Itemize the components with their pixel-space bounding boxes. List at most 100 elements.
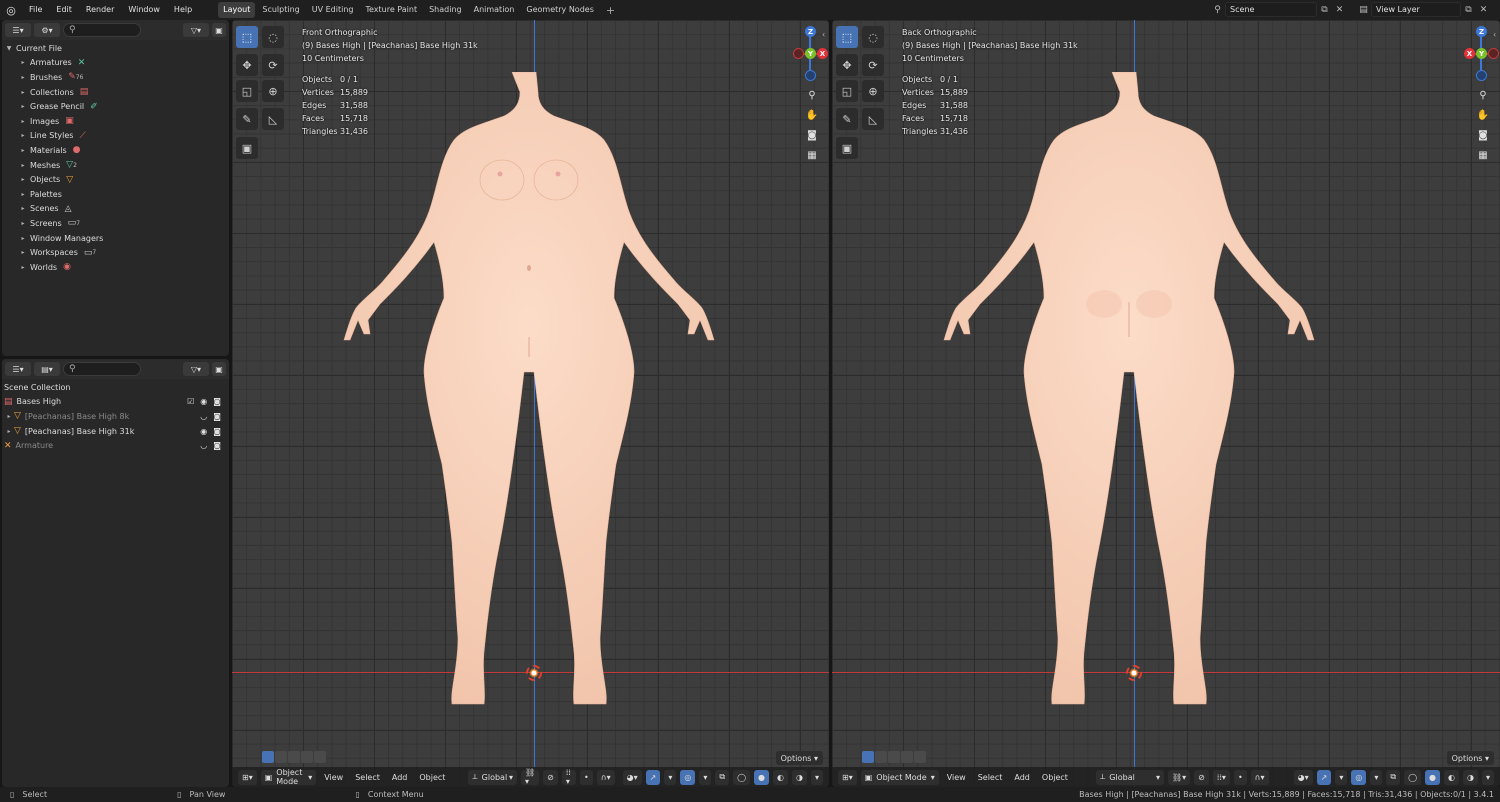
camera-view-icon[interactable]: ◙ (803, 126, 821, 144)
gizmo-toggle-icon[interactable]: ↗ (1316, 769, 1332, 785)
search-icon[interactable]: ⚲ (63, 23, 141, 37)
expand-arrow-icon[interactable]: ▸ (16, 59, 30, 66)
solid-shading-icon[interactable]: ● (754, 769, 770, 785)
cursor-icon[interactable]: ◌ (862, 26, 884, 48)
selection-mode-buttons[interactable] (262, 751, 326, 763)
eye-icon[interactable]: ◉ (200, 427, 207, 436)
select-subtract-icon[interactable] (288, 751, 300, 763)
falloff-dropdown[interactable]: ∩▾ (596, 769, 615, 785)
camera-icon[interactable]: ◙ (213, 427, 221, 436)
menu-window[interactable]: Window (121, 0, 167, 20)
expand-arrow-icon[interactable]: ▸ (4, 413, 14, 420)
tree-item-line-styles[interactable]: ▸ Line Styles ⟋ (2, 129, 229, 144)
transform-icon[interactable]: ⊕ (862, 80, 884, 102)
3d-cursor-icon[interactable] (1126, 665, 1142, 681)
rendered-shading-icon[interactable]: ◑ (792, 769, 807, 785)
hand-pan-icon[interactable]: ✋ (1474, 106, 1492, 124)
add-cube-icon[interactable]: ▣ (236, 137, 258, 159)
tab-geometry-nodes[interactable]: Geometry Nodes (521, 2, 598, 18)
material-shading-icon[interactable]: ◐ (773, 769, 788, 785)
new-collection-icon[interactable]: ▣ (212, 362, 226, 376)
gizmo-dropdown[interactable]: ▾ (664, 769, 677, 785)
wireframe-shading-icon[interactable]: ◯ (733, 769, 751, 785)
gizmo-y-icon[interactable]: Y (805, 48, 816, 59)
filter-dropdown[interactable]: ▽▾ (183, 362, 209, 376)
menu-edit[interactable]: Edit (49, 0, 79, 20)
grid-view-icon[interactable]: ▦ (803, 146, 821, 164)
gizmo-neg-x-icon[interactable] (793, 48, 804, 59)
overlay-toggle-icon[interactable]: ◎ (1351, 769, 1367, 785)
add-workspace-button[interactable]: + (600, 4, 621, 17)
select-new-icon[interactable] (862, 751, 874, 763)
gizmo-toggle-icon[interactable]: ↗ (645, 769, 661, 785)
gizmo-z-icon[interactable]: Z (1476, 26, 1487, 37)
tree-item-palettes[interactable]: ▸ Palettes (2, 187, 229, 202)
move-icon[interactable]: ✥ (836, 54, 858, 76)
tree-item-images[interactable]: ▸ Images ▣ (2, 114, 229, 129)
xray-icon[interactable]: ⧉ (715, 769, 730, 785)
shading-dropdown[interactable]: ▾ (810, 769, 823, 785)
shading-dropdown[interactable]: ▾ (1481, 769, 1494, 785)
expand-arrow-icon[interactable]: ▸ (16, 191, 30, 198)
eye-icon[interactable]: ◉ (200, 397, 207, 406)
select-extend-icon[interactable] (275, 751, 287, 763)
gizmo-neg-z-icon[interactable] (1476, 70, 1487, 81)
camera-icon[interactable]: ◙ (213, 412, 221, 421)
gizmo-z-icon[interactable]: Z (805, 26, 816, 37)
tree-item-worlds[interactable]: ▸ Worlds ◉ (2, 260, 229, 275)
3d-cursor-icon[interactable] (526, 665, 542, 681)
cursor-icon[interactable]: ◌ (262, 26, 284, 48)
expand-arrow-icon[interactable]: ▸ (16, 89, 30, 96)
orientation-dropdown[interactable]: ⟂ Global ▾ (1095, 769, 1164, 785)
tree-item-materials[interactable]: ▸ Materials ● (2, 143, 229, 158)
options-dropdown[interactable]: Options ▾ (775, 751, 823, 765)
gizmo-x-icon[interactable]: X (1464, 48, 1475, 59)
tree-item-objects[interactable]: ▸ Objects ▽ (2, 172, 229, 187)
measure-icon[interactable]: ◺ (862, 108, 884, 130)
menu-object[interactable]: Object (415, 773, 449, 782)
camera-icon[interactable]: ◙ (213, 441, 221, 450)
orientation-dropdown[interactable]: ⟂ Global ▾ (468, 769, 517, 785)
expand-arrow-icon[interactable]: ▸ (16, 162, 30, 169)
overlay-dropdown[interactable]: ▾ (1370, 769, 1383, 785)
camera-view-icon[interactable]: ◙ (1474, 126, 1492, 144)
snap-target-dropdown[interactable]: ⁞⁞▾ (1212, 769, 1230, 785)
overlay-dropdown[interactable]: ▾ (699, 769, 712, 785)
selection-mode-buttons[interactable] (862, 751, 926, 763)
eye-icon[interactable]: ◡ (200, 441, 207, 450)
snap-icon[interactable]: ⊘ (543, 769, 558, 785)
options-dropdown[interactable]: Options ▾ (1446, 751, 1494, 765)
editor-type-dropdown[interactable]: ☰▾ (5, 362, 31, 376)
menu-add[interactable]: Add (388, 773, 412, 782)
gizmo-x-icon[interactable]: X (817, 48, 828, 59)
menu-render[interactable]: Render (79, 0, 121, 20)
rendered-shading-icon[interactable]: ◑ (1463, 769, 1478, 785)
expand-arrow-icon[interactable]: ▸ (16, 132, 30, 139)
editor-type-dropdown[interactable]: ⊞▾ (838, 769, 857, 785)
outliner-row[interactable]: ▸ ▽ [Peachanas] Base High 31k ◉ ◙ (2, 424, 229, 439)
material-shading-icon[interactable]: ◐ (1444, 769, 1459, 785)
pivot-dropdown[interactable]: ⛓▾ (521, 768, 540, 786)
zoom-icon[interactable]: ⚲ (1474, 86, 1492, 104)
menu-object[interactable]: Object (1038, 773, 1072, 782)
scene-field[interactable]: Scene (1225, 2, 1317, 17)
move-icon[interactable]: ✥ (236, 54, 258, 76)
tree-item-brushes[interactable]: ▸ Brushes ✎ 76 (2, 70, 229, 85)
tree-item-collections[interactable]: ▸ Collections ▤ (2, 85, 229, 100)
hand-pan-icon[interactable]: ✋ (803, 106, 821, 124)
tree-item-meshes[interactable]: ▸ Meshes ▽ 2 (2, 158, 229, 173)
gizmo-dropdown[interactable]: ▾ (1335, 769, 1348, 785)
scene-collection-row[interactable]: Scene Collection (2, 380, 229, 395)
menu-view[interactable]: View (943, 773, 970, 782)
expand-arrow-icon[interactable]: ▸ (16, 118, 30, 125)
gizmo-neg-x-icon[interactable] (1488, 48, 1499, 59)
expand-arrow-icon[interactable]: ▸ (16, 249, 30, 256)
scale-icon[interactable]: ◱ (236, 80, 258, 102)
zoom-icon[interactable]: ⚲ (803, 86, 821, 104)
tab-texture-paint[interactable]: Texture Paint (360, 2, 422, 18)
scene-icon[interactable]: ⚲ (1210, 2, 1225, 17)
expand-arrow-icon[interactable]: ▸ (16, 74, 30, 81)
select-invert-icon[interactable] (901, 751, 913, 763)
menu-select[interactable]: Select (974, 773, 1007, 782)
tree-item-screens[interactable]: ▸ Screens ▭ 7 (2, 216, 229, 231)
